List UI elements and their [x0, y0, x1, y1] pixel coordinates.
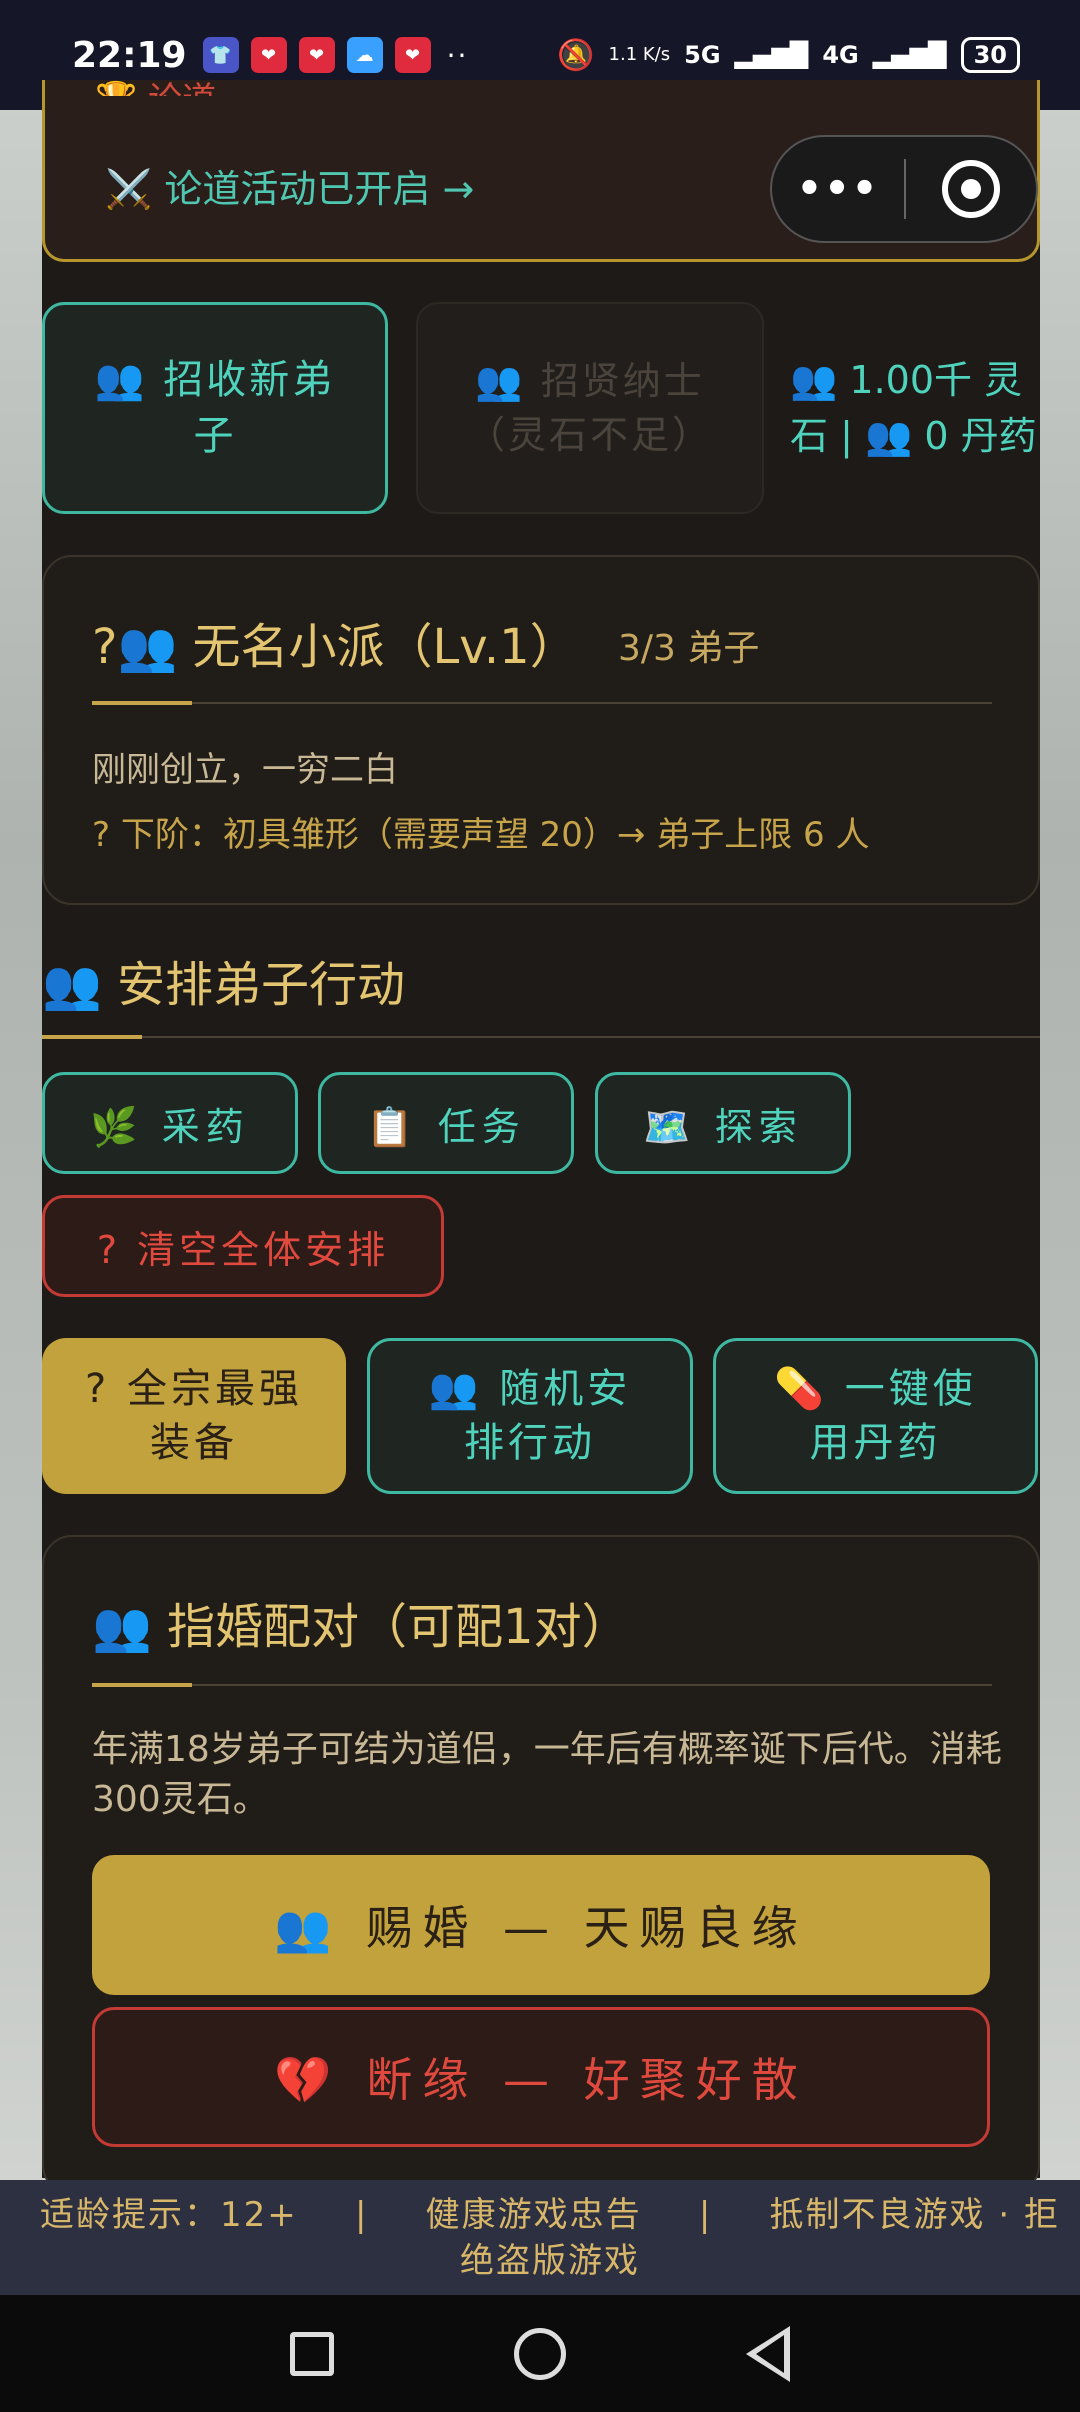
divider — [42, 1036, 1040, 1038]
disciple-count: 3/3 弟子 — [618, 628, 760, 669]
signal-4g-icon: 4G — [822, 41, 859, 69]
grant-marriage-button[interactable]: 👥 赐婚 — 天赐良缘 — [92, 1855, 990, 1995]
divider-accent — [42, 1035, 142, 1039]
app-notification-icon: ❤ — [394, 37, 431, 73]
event-card-title-clipped: 🏆 论道 — [95, 72, 216, 96]
marriage-description: 年满18岁弟子可结为道侣，一年后有概率诞下后代。消耗300灵石。 — [92, 1729, 1002, 1820]
age-tip: 适龄提示：12+ — [40, 2195, 298, 2235]
miniprogram-capsule: ••• — [770, 135, 1038, 243]
health-advice: 健康游戏忠告 — [425, 2195, 642, 2235]
divider-accent — [92, 1683, 192, 1687]
anti-piracy-notice: 抵制不良游戏 · 拒 — [769, 2195, 1060, 2235]
back-icon[interactable] — [746, 2325, 790, 2382]
random-assign-button[interactable]: 👥 随机安排行动 — [367, 1338, 693, 1494]
marriage-title: 👥 指婚配对（可配1对） — [92, 1599, 630, 1655]
sect-title: ?👥 无名小派（Lv.1） — [92, 619, 578, 675]
resource-summary: 👥 1.00千 灵石 | 👥 0 丹药 — [790, 358, 1037, 458]
footer-separator: | — [354, 2195, 369, 2235]
close-miniprogram-icon[interactable] — [906, 160, 1036, 218]
signal-bars-icon: ▂▄▆█ — [734, 41, 809, 69]
signal-bars-icon: ▂▄▆█ — [872, 41, 947, 69]
marriage-card: 👥 指婚配对（可配1对） 年满18岁弟子可结为道侣，一年后有概率诞下后代。消耗3… — [42, 1535, 1040, 2195]
app-notification-icon: ❤ — [298, 37, 335, 73]
use-pills-button[interactable]: 💊 一键使用丹药 — [713, 1338, 1038, 1494]
mute-icon: 🔕 — [557, 37, 595, 73]
sect-description: 刚刚创立，一穷二白 — [92, 750, 398, 790]
action-task-button[interactable]: 📋 任务 — [318, 1072, 574, 1174]
more-notifications-icon: ·· — [446, 38, 469, 72]
status-time: 22:19 — [72, 34, 187, 76]
next-tier-info: ? 下阶：初具雏形（需要声望 20）→ 弟子上限 6 人 — [92, 815, 870, 855]
divider-accent — [92, 701, 192, 705]
arrange-section-title: 👥 安排弟子行动 — [42, 957, 406, 1013]
recruit-talent-button[interactable]: 👥 招贤纳士（灵石不足） — [416, 302, 764, 514]
break-marriage-button[interactable]: 💔 断缘 — 好聚好散 — [92, 2007, 990, 2147]
net-speed: 1.1 K/s — [608, 44, 671, 65]
best-gear-button[interactable]: ? 全宗最强装备 — [42, 1338, 346, 1494]
action-herb-button[interactable]: 🌿 采药 — [42, 1072, 298, 1174]
sect-info-card: ?👥 无名小派（Lv.1） 3/3 弟子 刚刚创立，一穷二白 ? 下阶：初具雏形… — [42, 555, 1040, 905]
signal-5g-icon: 5G — [684, 41, 721, 69]
anti-piracy-notice-line2: 绝盗版游戏 — [460, 2241, 640, 2281]
app-notification-icon: 👕 — [202, 37, 239, 73]
more-menu-icon[interactable]: ••• — [772, 166, 904, 212]
footer-separator: | — [698, 2195, 713, 2235]
app-notification-icon: ❤ — [250, 37, 287, 73]
event-link[interactable]: ⚔️ 论道活动已开启 → — [105, 158, 474, 213]
recruit-disciple-button[interactable]: 👥 招收新弟子 — [42, 302, 388, 514]
health-notice-footer: 适龄提示：12+ | 健康游戏忠告 | 抵制不良游戏 · 拒 绝盗版游戏 — [0, 2180, 1080, 2295]
action-explore-button[interactable]: 🗺️ 探索 — [595, 1072, 851, 1174]
battery-icon: 30 — [960, 37, 1020, 73]
recents-icon[interactable] — [290, 2331, 334, 2376]
clear-all-button[interactable]: ? 清空全体安排 — [42, 1195, 444, 1297]
divider — [92, 1684, 992, 1686]
system-nav-bar — [0, 2295, 1080, 2412]
divider — [92, 702, 992, 704]
home-icon[interactable] — [514, 2327, 566, 2380]
weather-icon: ☁ — [346, 37, 383, 73]
